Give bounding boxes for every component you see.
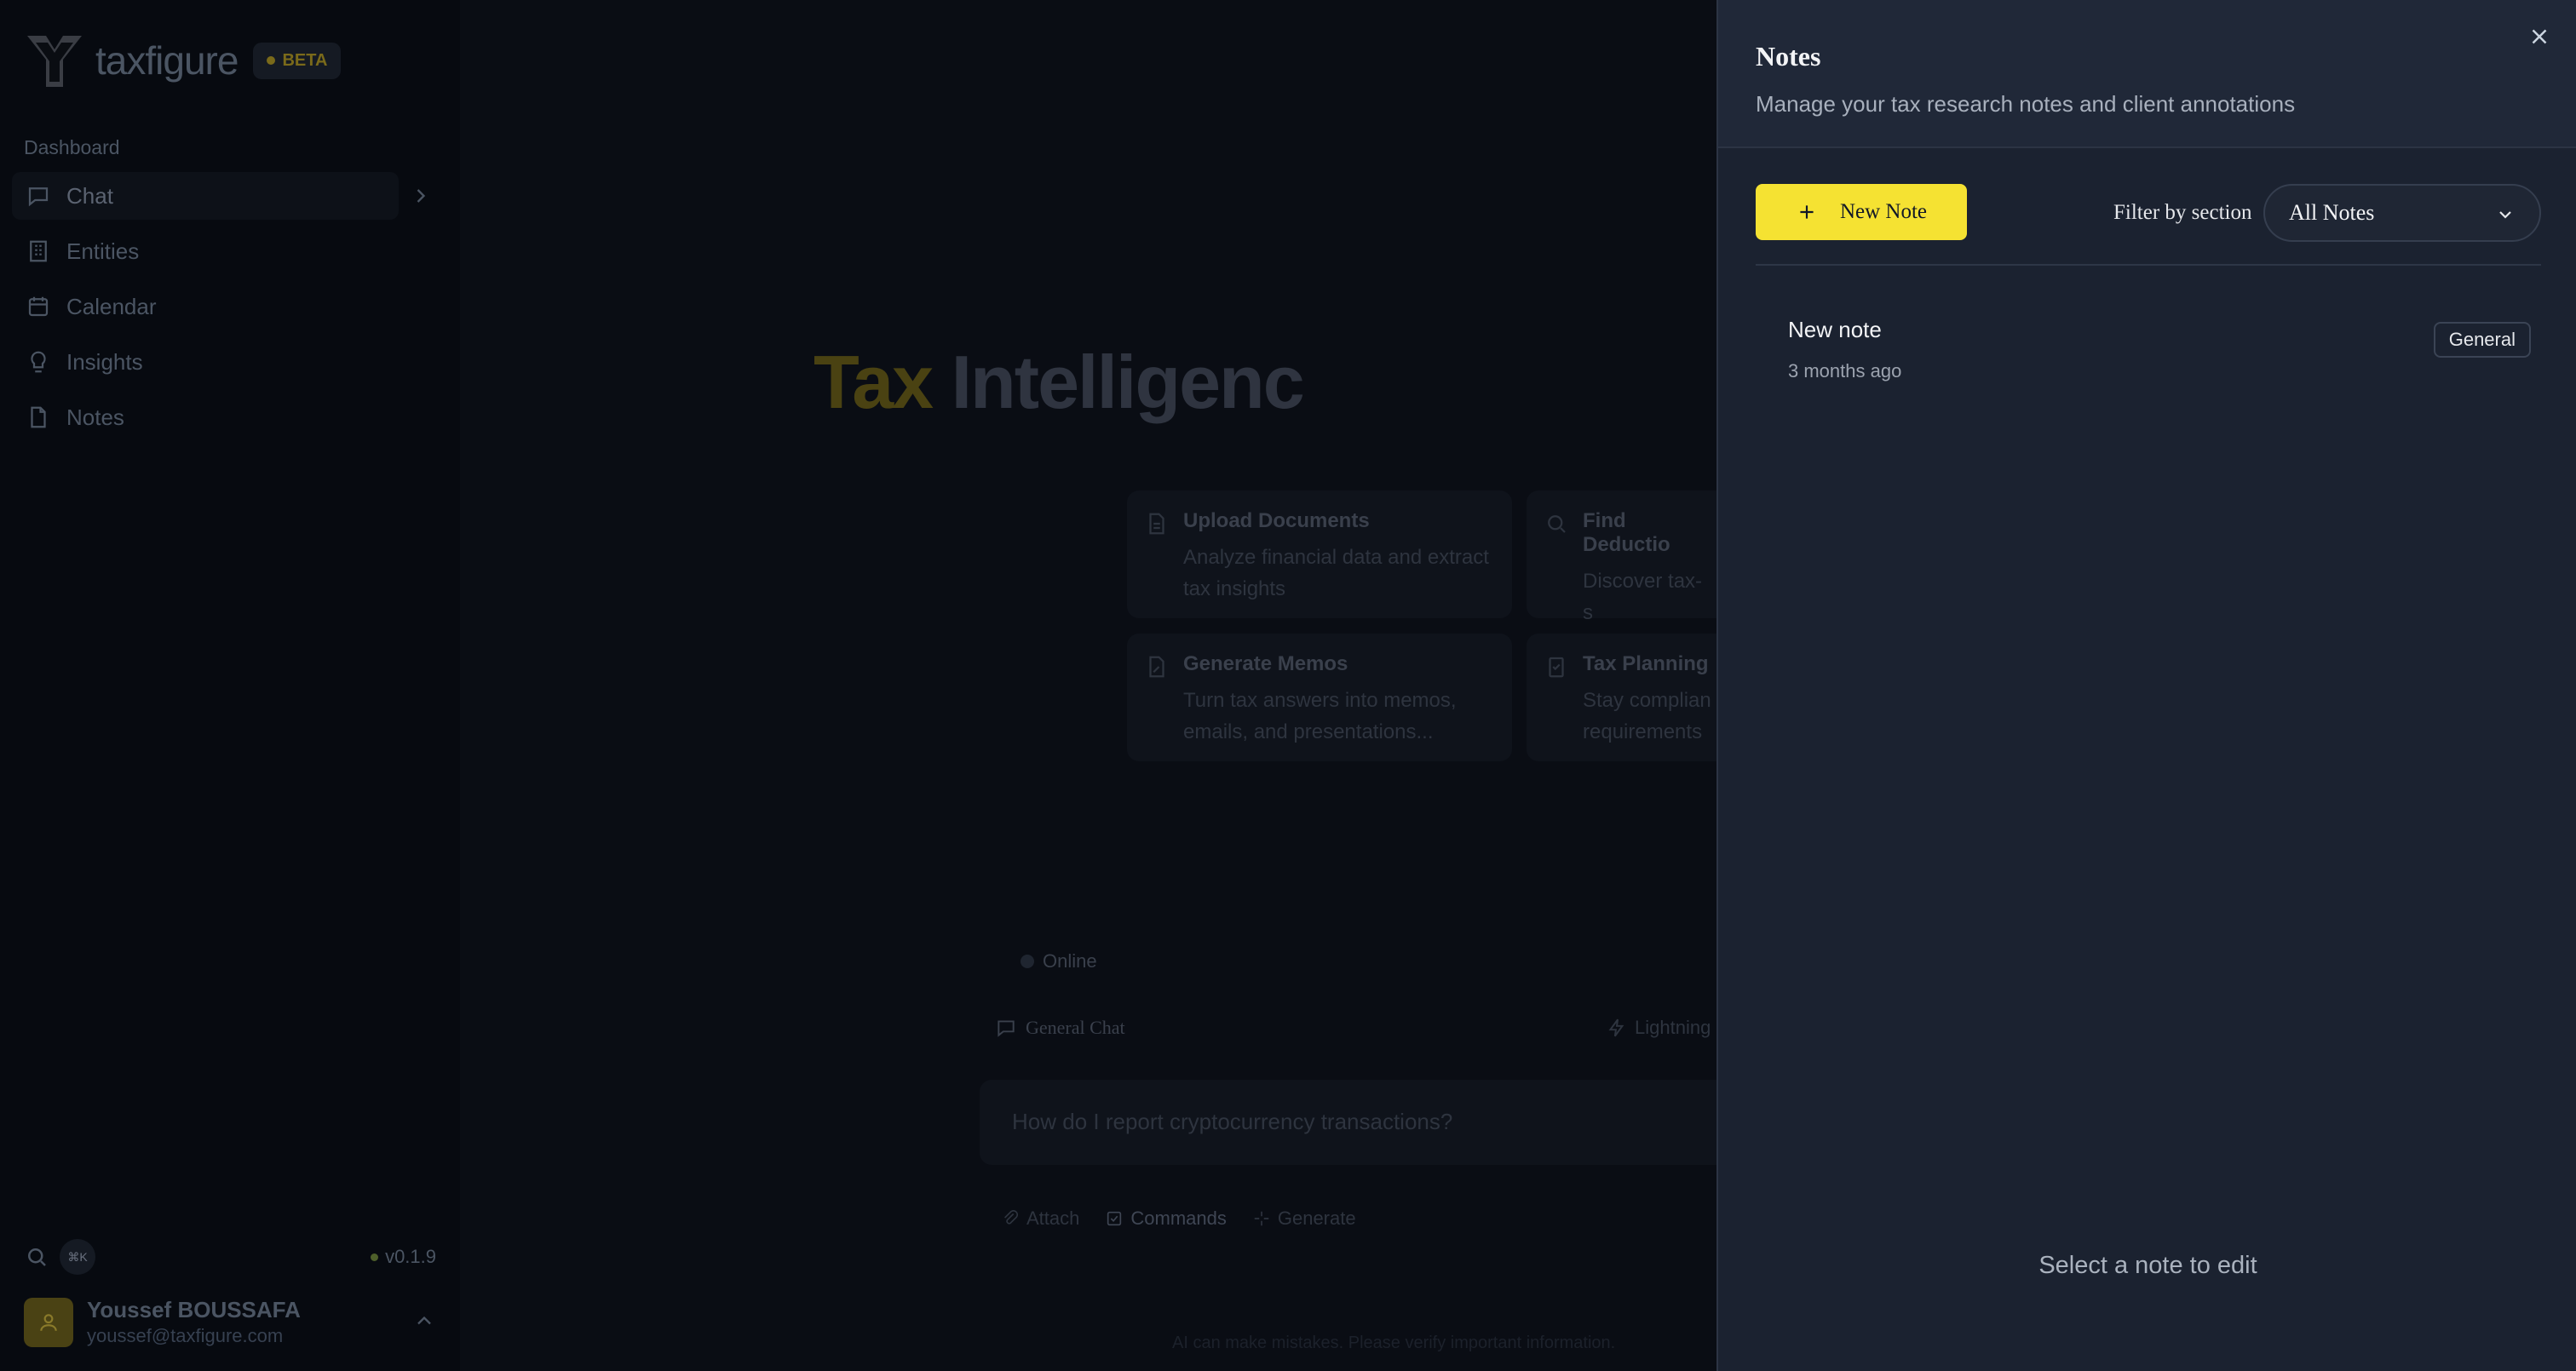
disclaimer: AI can make mistakes. Please verify impo… — [1172, 1334, 1616, 1352]
beta-badge: BETA — [253, 42, 342, 79]
chat-mode-selector[interactable]: General Chat — [995, 1017, 1125, 1039]
user-email: youssef@taxfigure.com — [87, 1325, 284, 1346]
section-label: Dashboard — [24, 136, 120, 158]
card-find-deductions[interactable]: Find Deductio Discover tax-s opportuniti… — [1527, 490, 1731, 656]
note-timestamp: 3 months ago — [1788, 360, 1902, 381]
hero-title: Tax Intelligenc — [814, 340, 1305, 424]
chevron-right-icon[interactable] — [409, 184, 433, 208]
card-upload-documents[interactable]: Upload Documents Analyze financial data … — [1127, 490, 1512, 618]
empty-editor-message: Select a note to edit — [2038, 1252, 2257, 1279]
user-icon — [40, 1313, 57, 1331]
clipboard-check-icon — [1549, 657, 1564, 678]
panel-subtitle: Manage your tax research notes and clien… — [1756, 91, 2296, 117]
building-icon — [30, 240, 47, 262]
new-note-button[interactable]: New Note — [1756, 184, 1967, 240]
commands-button[interactable]: Commands — [1105, 1208, 1227, 1230]
chat-tools: Attach Commands Generate — [1001, 1208, 1356, 1230]
sidebar-nav: Chat Entities Calendar Insights Notes — [12, 172, 438, 449]
paperclip-icon — [1003, 1210, 1019, 1225]
sidebar-footer: ⌘K v0.1.9 Youssef BOUSSAFA youssef@taxfi… — [24, 1239, 436, 1347]
checkbox-icon — [1107, 1211, 1122, 1226]
card-title: Find Deductio — [1583, 509, 1670, 556]
shortcut-badge: ⌘K — [60, 1239, 95, 1275]
search-icon[interactable] — [24, 1244, 49, 1270]
sidebar-item-label: Notes — [66, 404, 124, 430]
file-icon — [31, 406, 46, 428]
file-edit-icon — [1149, 656, 1164, 678]
generate-button[interactable]: Generate — [1252, 1208, 1356, 1230]
lightning-icon — [1608, 1018, 1624, 1037]
card-title: Generate Memos — [1183, 652, 1348, 675]
card-title: Upload Documents — [1183, 509, 1370, 532]
card-desc: Stay complian requirements — [1583, 689, 1711, 743]
chat-input[interactable]: How do I report cryptocurrency transacti… — [980, 1080, 1729, 1165]
card-desc: Analyze financial data and extract tax i… — [1183, 546, 1489, 600]
search-icon — [1548, 515, 1566, 533]
card-tax-planning[interactable]: Tax Planning Stay complian requirements — [1527, 634, 1731, 761]
app-name: taxfigure — [95, 38, 239, 83]
taxfigure-logo-icon — [27, 36, 82, 87]
chat-icon — [998, 1020, 1015, 1037]
note-list-item[interactable]: New note 3 months ago General — [1788, 317, 2531, 393]
sidebar-item-calendar[interactable]: Calendar — [12, 283, 438, 330]
close-icon[interactable] — [2527, 24, 2552, 49]
sidebar-item-entities[interactable]: Entities — [12, 227, 438, 275]
panel-title: Notes — [1756, 41, 1821, 72]
note-section-badge: General — [2433, 322, 2531, 358]
version-label: v0.1.9 — [371, 1246, 436, 1268]
sidebar-item-label: Insights — [66, 348, 143, 375]
card-desc: Turn tax answers into memos, emails, and… — [1183, 689, 1457, 743]
chevron-down-icon — [2499, 211, 2511, 219]
sidebar-item-chat[interactable]: Chat — [12, 172, 399, 220]
plus-icon — [1800, 205, 1814, 219]
filter-label: Filter by section — [2113, 201, 2252, 224]
sidebar-item-label: Calendar — [66, 293, 157, 319]
chat-icon — [28, 187, 49, 207]
attach-button[interactable]: Attach — [1001, 1208, 1079, 1230]
sidebar-item-label: Entities — [66, 238, 140, 264]
sidebar: taxfigure BETA Dashboard Chat Entities C… — [0, 0, 460, 1371]
sidebar-item-notes[interactable]: Notes — [12, 393, 438, 441]
card-title: Tax Planning — [1583, 652, 1709, 675]
avatar — [24, 1297, 73, 1347]
sparkle-icon — [1254, 1211, 1269, 1226]
notes-panel: Notes Manage your tax research notes and… — [1716, 0, 2576, 1371]
logo[interactable]: taxfigure BETA — [24, 31, 342, 90]
document-icon — [1149, 513, 1164, 535]
sidebar-item-label: Chat — [66, 182, 113, 209]
user-menu[interactable]: Youssef BOUSSAFA youssef@taxfigure.com — [24, 1297, 436, 1347]
chevron-up-icon[interactable] — [412, 1309, 436, 1333]
note-title: New note — [1788, 317, 1882, 342]
user-name: Youssef BOUSSAFA — [87, 1297, 301, 1322]
sidebar-item-insights[interactable]: Insights — [12, 338, 438, 386]
lightbulb-icon — [31, 351, 46, 373]
status-indicator: Online — [1021, 950, 1097, 972]
section-filter-select[interactable]: All Notes — [2263, 184, 2541, 242]
card-generate-memos[interactable]: Generate Memos Turn tax answers into mem… — [1127, 634, 1512, 761]
notes-toolbar: New Note Filter by section All Notes — [1756, 184, 2541, 266]
panel-header: Notes Manage your tax research notes and… — [1718, 0, 2576, 148]
speed-mode-toggle[interactable]: Lightning — [1606, 1017, 1711, 1039]
calendar-icon — [28, 296, 49, 317]
